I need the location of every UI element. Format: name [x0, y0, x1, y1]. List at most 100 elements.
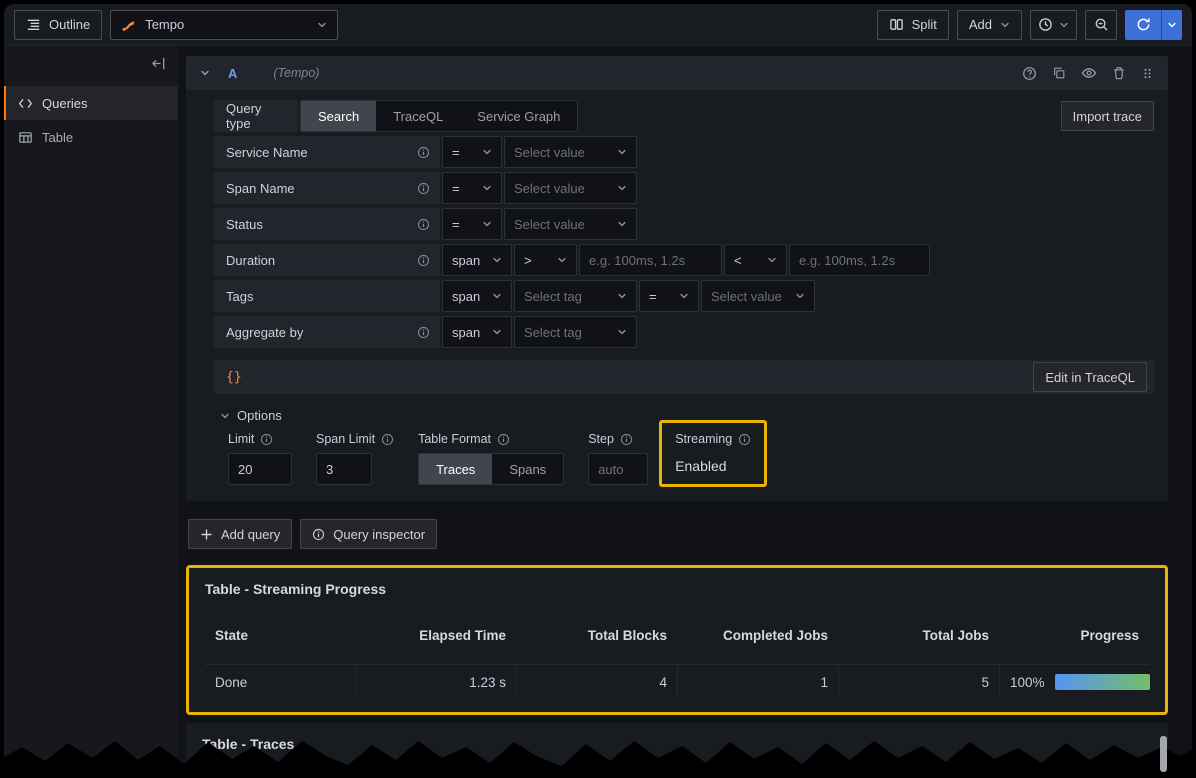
info-icon[interactable] [620, 433, 633, 446]
column-header-total-blocks[interactable]: Total Blocks [516, 619, 677, 652]
chevron-down-icon [1059, 20, 1069, 30]
add-query-button[interactable]: Add query [188, 519, 292, 549]
edit-in-traceql-button[interactable]: Edit in TraceQL [1033, 362, 1147, 392]
info-icon[interactable] [260, 433, 273, 446]
query-type-tabs: Search TraceQL Service Graph [300, 100, 578, 132]
info-icon[interactable] [417, 326, 430, 339]
refresh-icon-segment[interactable] [1125, 10, 1161, 40]
drag-handle-icon[interactable] [1141, 67, 1154, 80]
query-inspector-button[interactable]: Query inspector [300, 519, 437, 549]
span-limit-input[interactable] [316, 453, 372, 485]
tab-spans[interactable]: Spans [492, 454, 563, 484]
tags-scope-select[interactable]: span [442, 280, 512, 312]
streaming-value: Enabled [675, 453, 751, 474]
tab-search[interactable]: Search [301, 101, 376, 131]
column-header-progress[interactable]: Progress [999, 619, 1149, 652]
info-icon[interactable] [381, 433, 394, 446]
tempo-logo-icon [121, 17, 137, 33]
limit-input[interactable] [228, 453, 292, 485]
sidebar-item-queries[interactable]: Queries [4, 86, 178, 120]
datasource-picker[interactable]: Tempo [110, 10, 338, 40]
sidebar-item-label: Queries [42, 96, 88, 111]
duration-max-input[interactable] [789, 244, 930, 276]
zoom-out-button[interactable] [1085, 10, 1117, 40]
column-header-name[interactable]: Name [855, 770, 893, 778]
copy-icon[interactable] [1052, 66, 1066, 80]
info-icon[interactable] [417, 182, 430, 195]
table-format-tabs: Traces Spans [418, 453, 564, 485]
info-icon[interactable] [417, 218, 430, 231]
duration-gt-operator-select[interactable]: > [514, 244, 577, 276]
help-circle-icon[interactable] [1022, 66, 1037, 81]
query-type-label: Query type [214, 100, 298, 132]
collapse-sidebar-icon [151, 56, 166, 71]
column-header-completed-jobs[interactable]: Completed Jobs [677, 619, 838, 652]
info-icon[interactable] [417, 146, 430, 159]
info-icon[interactable] [417, 254, 430, 267]
add-button[interactable]: Add [957, 10, 1022, 40]
traces-table-header: Trace ID Start time Service Name Duratio… [202, 770, 1152, 778]
grafana-explore-window: Outline Tempo Split Add [4, 4, 1192, 778]
aggregate-tag-select[interactable]: Select tag [514, 316, 637, 348]
run-query-caret[interactable] [1161, 10, 1182, 40]
trash-icon[interactable] [1112, 66, 1126, 80]
tags-tag-select[interactable]: Select tag [514, 280, 637, 312]
column-header-total-jobs[interactable]: Total Jobs [838, 619, 999, 652]
tags-operator-select[interactable]: = [639, 280, 699, 312]
import-trace-button[interactable]: Import trace [1061, 101, 1154, 131]
span-limit-field: Span Limit [316, 432, 394, 485]
sidebar-item-table[interactable]: Table [4, 120, 178, 154]
run-query-button[interactable] [1125, 10, 1182, 40]
status-operator-select[interactable]: = [442, 208, 502, 240]
vertical-scrollbar-thumb[interactable] [1160, 736, 1167, 772]
tags-value-select[interactable]: Select value [701, 280, 815, 312]
span-name-operator-select[interactable]: = [442, 172, 502, 204]
plus-icon [200, 528, 213, 541]
query-header[interactable]: A (Tempo) [186, 56, 1168, 90]
aggregate-scope-select[interactable]: span [442, 316, 512, 348]
column-header-start-time[interactable]: Start time [470, 770, 535, 778]
service-name-operator-select[interactable]: = [442, 136, 502, 168]
chevron-down-icon [492, 291, 502, 301]
tab-traceql[interactable]: TraceQL [376, 101, 460, 131]
table-row: Done 1.23 s 4 1 5 100% [205, 664, 1149, 699]
topbar: Outline Tempo Split Add [4, 4, 1192, 46]
split-button[interactable]: Split [877, 10, 949, 40]
chevron-down-icon[interactable] [200, 68, 210, 78]
chevron-down-icon [492, 255, 502, 265]
chevron-down-icon [617, 219, 627, 229]
chevron-down-icon [492, 327, 502, 337]
duration-scope-select[interactable]: span [442, 244, 512, 276]
status-value-select[interactable]: Select value [504, 208, 637, 240]
info-icon[interactable] [738, 433, 751, 446]
tab-traces[interactable]: Traces [419, 454, 492, 484]
column-header-trace-id[interactable]: Trace ID [245, 770, 299, 778]
duration-lt-operator-select[interactable]: < [724, 244, 787, 276]
column-header-service[interactable]: Service [610, 770, 660, 778]
query-ref-id: A [228, 66, 237, 81]
cell-completed-jobs: 1 [677, 666, 838, 699]
chevron-down-icon [679, 291, 689, 301]
column-header-duration[interactable]: Duration [1057, 770, 1115, 778]
column-header-state[interactable]: State [205, 619, 355, 652]
cell-total-blocks: 4 [516, 666, 677, 699]
time-picker-button[interactable] [1030, 10, 1077, 40]
clock-icon [1038, 17, 1053, 32]
tab-service-graph[interactable]: Service Graph [460, 101, 577, 131]
limit-field: Limit [228, 432, 292, 485]
chevron-down-icon [482, 219, 492, 229]
query-datasource-hint: (Tempo) [273, 66, 319, 80]
column-header-elapsed-time[interactable]: Elapsed Time [355, 619, 516, 652]
info-icon[interactable] [497, 433, 510, 446]
service-name-value-select[interactable]: Select value [504, 136, 637, 168]
progress-bar [1055, 674, 1150, 690]
collapse-sidebar-button[interactable] [151, 56, 166, 74]
duration-min-input[interactable] [579, 244, 722, 276]
span-name-value-select[interactable]: Select value [504, 172, 637, 204]
cell-progress: 100% [999, 665, 1160, 699]
outline-button[interactable]: Outline [14, 10, 102, 40]
sidebar-item-label: Table [42, 130, 73, 145]
eye-icon[interactable] [1081, 65, 1097, 81]
step-input[interactable] [588, 453, 648, 485]
split-icon [889, 17, 904, 32]
